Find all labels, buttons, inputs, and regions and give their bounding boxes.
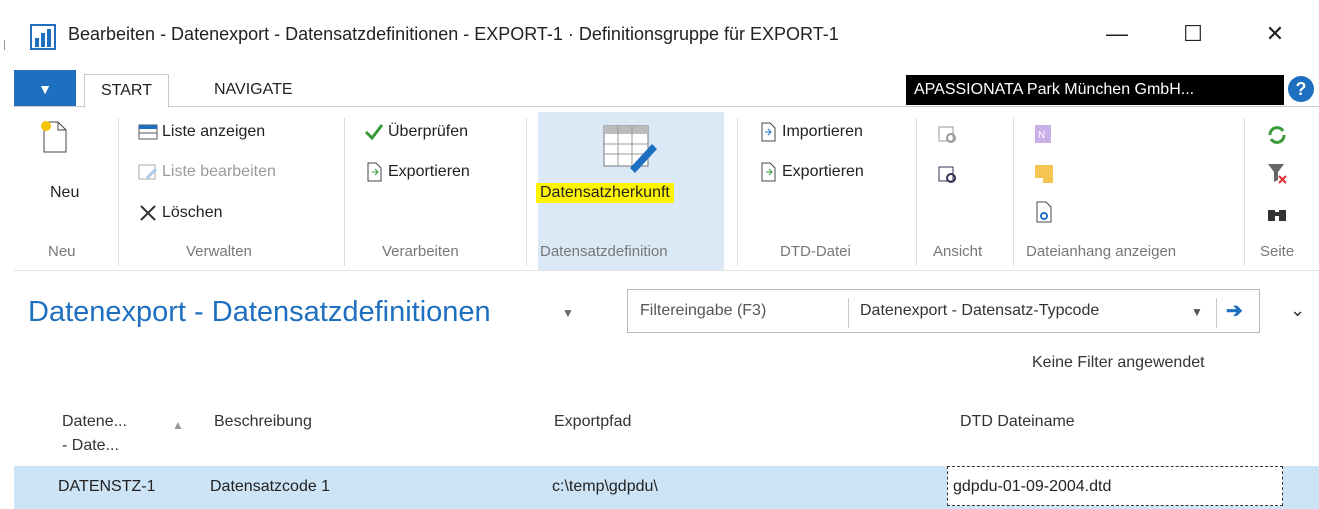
group-separator (1244, 118, 1245, 266)
link-document-icon[interactable] (1032, 200, 1056, 224)
chevron-down-icon[interactable]: ▼ (1191, 305, 1203, 319)
table-edit-icon (603, 125, 657, 173)
export-document-icon (761, 162, 776, 182)
delete-button[interactable]: Löschen (138, 203, 223, 223)
column-header-code[interactable]: Datene... - Date... (62, 410, 127, 458)
group-label-dateianhang: Dateianhang anzeigen (1026, 243, 1177, 260)
column-header-description[interactable]: Beschreibung (214, 410, 312, 434)
page-title-dropdown-icon[interactable]: ▼ (562, 306, 574, 320)
page-title: Datenexport - Datensatzdefinitionen (28, 296, 491, 328)
collapse-chevron-icon[interactable]: ⌄ (1290, 300, 1305, 321)
group-label-verarbeiten: Verarbeiten (382, 243, 459, 260)
sort-ascending-icon: ▲ (172, 418, 184, 432)
svg-text:N: N (1038, 130, 1045, 141)
edit-list-icon (138, 164, 157, 180)
group-label-verwalten: Verwalten (186, 243, 252, 260)
edit-list-button[interactable]: Liste bearbeiten (138, 162, 276, 182)
find-binoculars-icon[interactable] (1266, 202, 1288, 224)
export-button[interactable]: Exportieren (364, 162, 470, 182)
column-header-code-line1: Datene... (62, 413, 127, 430)
minimize-button[interactable]: — (1094, 14, 1140, 54)
group-separator (526, 118, 527, 266)
tab-navigate[interactable]: NAVIGATE (198, 74, 309, 106)
export-label: Exportieren (388, 163, 470, 180)
window-title: Bearbeiten - Datenexport - Datensatzdefi… (68, 24, 839, 44)
group-label-dtd: DTD-Datei (780, 243, 851, 260)
onenote-icon[interactable]: N (1032, 122, 1056, 146)
import-document-icon (761, 122, 776, 142)
column-header-exportpath[interactable]: Exportpfad (554, 410, 631, 434)
delete-x-icon (140, 205, 156, 221)
group-label-ansicht: Ansicht (933, 243, 983, 260)
cell-description[interactable]: Datensatzcode 1 (210, 478, 330, 496)
refresh-icon[interactable] (1266, 124, 1288, 146)
maximize-button[interactable]: ☐ (1170, 14, 1216, 54)
cell-dtd-filename[interactable]: gdpdu-01-09-2004.dtd (953, 478, 1111, 496)
record-origin-button[interactable]: Datensatzherkunft (536, 183, 674, 203)
column-header-dtd-filename[interactable]: DTD Dateiname (960, 410, 1075, 434)
app-menu-button[interactable]: ▼ (14, 70, 76, 107)
filter-separator (848, 298, 849, 328)
check-label: Überprüfen (388, 123, 469, 140)
column-header-code-line2: - Date... (62, 437, 119, 454)
dtd-export-button[interactable]: Exportieren (758, 162, 864, 182)
group-label-seite: Seite (1260, 243, 1295, 260)
filter-input[interactable]: Filtereingabe (F3) (640, 302, 766, 320)
group-separator (1013, 118, 1014, 266)
group-separator (737, 118, 738, 266)
filter-status: Keine Filter angewendet (1032, 354, 1205, 371)
group-separator (118, 118, 119, 266)
delete-label: Löschen (162, 204, 223, 221)
group-label-neu: Neu (48, 243, 76, 260)
window-edge (4, 40, 5, 50)
cell-code[interactable]: DATENSTZ-1 (58, 478, 155, 496)
cell-exportpath[interactable]: c:\temp\gdpdu\ (552, 478, 658, 496)
tab-start[interactable]: START (84, 74, 169, 108)
filter-separator (1216, 298, 1217, 328)
new-button[interactable]: Neu (50, 184, 79, 202)
filter-field-select[interactable]: Datenexport - Datensatz-Typcode (860, 302, 1099, 320)
show-list-button[interactable]: Liste anzeigen (138, 122, 265, 142)
help-icon[interactable]: ? (1288, 76, 1314, 102)
dtd-import-button[interactable]: Importieren (758, 122, 863, 142)
list-icon (138, 124, 158, 140)
checkmark-icon (364, 124, 384, 141)
view-details-icon[interactable] (937, 164, 959, 186)
app-icon (30, 24, 56, 50)
company-name[interactable]: APASSIONATA Park München GmbH... (906, 75, 1284, 105)
note-icon[interactable] (1032, 162, 1056, 186)
group-separator (916, 118, 917, 266)
new-document-icon (41, 121, 67, 153)
export-document-icon (367, 162, 382, 182)
edit-list-label: Liste bearbeiten (162, 163, 276, 180)
dtd-export-label: Exportieren (782, 163, 864, 180)
view-list-icon[interactable] (937, 124, 959, 146)
dtd-import-label: Importieren (782, 123, 863, 140)
check-button[interactable]: Überprüfen (364, 122, 468, 142)
close-button[interactable]: ✕ (1252, 14, 1298, 54)
show-list-label: Liste anzeigen (162, 123, 266, 140)
group-label-datensatzdefinition: Datensatzdefinition (540, 243, 668, 260)
apply-filter-arrow-icon[interactable]: ➔ (1226, 298, 1243, 323)
clear-filter-icon[interactable] (1266, 162, 1288, 186)
record-origin-label: Datensatzherkunft (536, 183, 674, 203)
group-separator (344, 118, 345, 266)
